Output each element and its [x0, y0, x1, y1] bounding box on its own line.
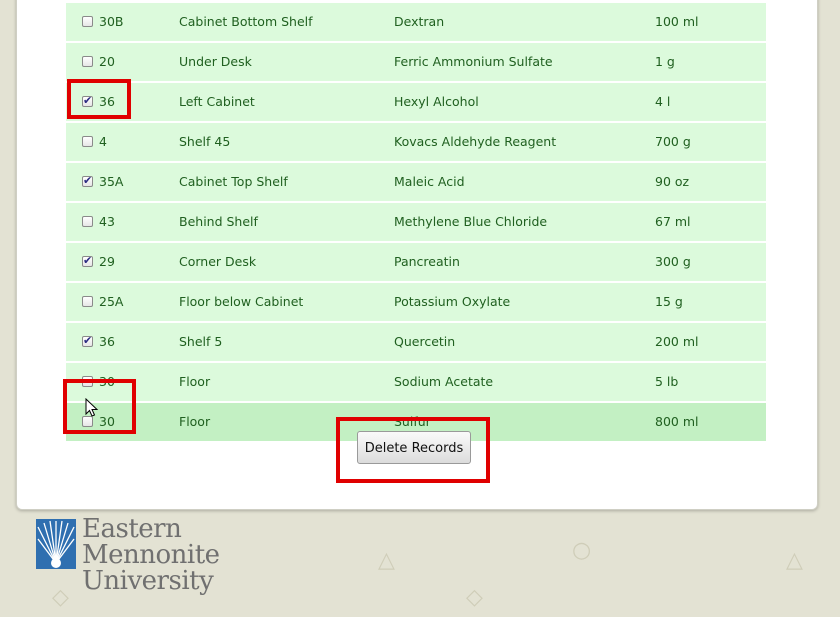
select-checkbox[interactable]: ✔	[82, 334, 93, 347]
delete-records-button[interactable]: Delete Records	[357, 431, 471, 464]
highlight-box	[67, 79, 131, 119]
checkmark-icon: ✔	[83, 174, 93, 187]
chemical-name: Kovacs Aldehyde Reagent	[394, 134, 557, 149]
quantity: 15 g	[655, 294, 683, 309]
quantity: 5 lb	[655, 374, 679, 389]
chemical-name: Pancreatin	[394, 254, 460, 269]
select-checkbox[interactable]	[82, 16, 93, 27]
quantity: 100 ml	[655, 14, 699, 29]
background-decoration: ◇	[466, 585, 483, 610]
quantity: 300 g	[655, 254, 691, 269]
quantity: 1 g	[655, 54, 675, 69]
location: Cabinet Top Shelf	[179, 174, 288, 189]
university-logo-icon	[36, 519, 76, 569]
quantity: 67 ml	[655, 214, 691, 229]
room-number: 20	[99, 54, 115, 69]
chemical-name: Methylene Blue Chloride	[394, 214, 548, 229]
quantity: 700 g	[655, 134, 691, 149]
table-row: 30B Cabinet Bottom Shelf Dextran 100 ml	[66, 3, 766, 43]
quantity: 90 oz	[655, 174, 690, 189]
table-row: 43 Behind Shelf Methylene Blue Chloride 67 …	[66, 203, 766, 243]
logo-line: University	[82, 566, 214, 596]
select-checkbox[interactable]: ✔	[82, 254, 93, 267]
location: Corner Desk	[179, 254, 257, 269]
chemical-records-table: 30B Cabinet Bottom Shelf Dextran 100 ml 20 Un…	[66, 3, 766, 443]
room-number: 4	[99, 134, 107, 149]
room-number: 25A	[99, 294, 124, 309]
select-checkbox[interactable]	[82, 216, 93, 227]
checkmark-icon: ✔	[83, 254, 93, 267]
chemical-name: Dextran	[394, 14, 445, 29]
select-checkbox[interactable]	[82, 136, 93, 147]
location: Cabinet Bottom Shelf	[179, 14, 313, 29]
quantity: 4 l	[655, 94, 671, 109]
highlight-box	[63, 379, 136, 434]
table-row: 25A Floor below Cabinet Potassium Oxylate 1…	[66, 283, 766, 323]
background-decoration: ○	[572, 538, 592, 563]
chemical-name: Potassium Oxylate	[394, 294, 511, 309]
chemical-name: Ferric Ammonium Sulfate	[394, 54, 553, 69]
logo-line: Eastern	[82, 514, 182, 544]
checkmark-icon: ✔	[83, 334, 93, 347]
room-number: 43	[99, 214, 115, 229]
table-row: ✔ 36 Shelf 5 Quercetin 200 ml	[66, 323, 766, 363]
chemical-name: Hexyl Alcohol	[394, 94, 479, 109]
table-row: ✔ 35A Cabinet Top Shelf Maleic Acid 90 oz	[66, 163, 766, 203]
logo-line: Mennonite	[82, 540, 220, 570]
table-row: 20 Under Desk Ferric Ammonium Sulfate 1 g	[66, 43, 766, 83]
quantity: 200 ml	[655, 334, 699, 349]
room-number: 30B	[99, 14, 124, 29]
select-checkbox[interactable]: ✔	[82, 174, 93, 187]
location: Shelf 5	[179, 334, 223, 349]
chemical-name: Quercetin	[394, 334, 456, 349]
chemical-name: Sodium Acetate	[394, 374, 494, 389]
select-checkbox[interactable]	[82, 296, 93, 307]
background-decoration: ◇	[52, 585, 69, 610]
mouse-pointer-icon	[85, 398, 99, 417]
location: Behind Shelf	[179, 214, 258, 229]
location: Shelf 45	[179, 134, 231, 149]
location: Under Desk	[179, 54, 252, 69]
background-decoration: △	[786, 548, 803, 573]
location: Floor	[179, 414, 211, 429]
quantity: 800 ml	[655, 414, 699, 429]
chemical-name: Maleic Acid	[394, 174, 465, 189]
location: Floor	[179, 374, 211, 389]
background-decoration: △	[378, 548, 395, 573]
table-row: ✔ 36 Left Cabinet Hexyl Alcohol 4 l	[66, 83, 766, 123]
table-row: 4 Shelf 45 Kovacs Aldehyde Reagent 700 g	[66, 123, 766, 163]
location: Floor below Cabinet	[179, 294, 304, 309]
room-number: 29	[99, 254, 115, 269]
room-number: 36	[99, 334, 115, 349]
university-logo-text: Eastern Mennonite University	[82, 516, 220, 594]
room-number: 35A	[99, 174, 124, 189]
table-row: ✔ 29 Corner Desk Pancreatin 300 g	[66, 243, 766, 283]
table-row: 30 Floor Sodium Acetate 5 lb	[66, 363, 766, 403]
select-checkbox[interactable]	[82, 56, 93, 67]
location: Left Cabinet	[179, 94, 255, 109]
